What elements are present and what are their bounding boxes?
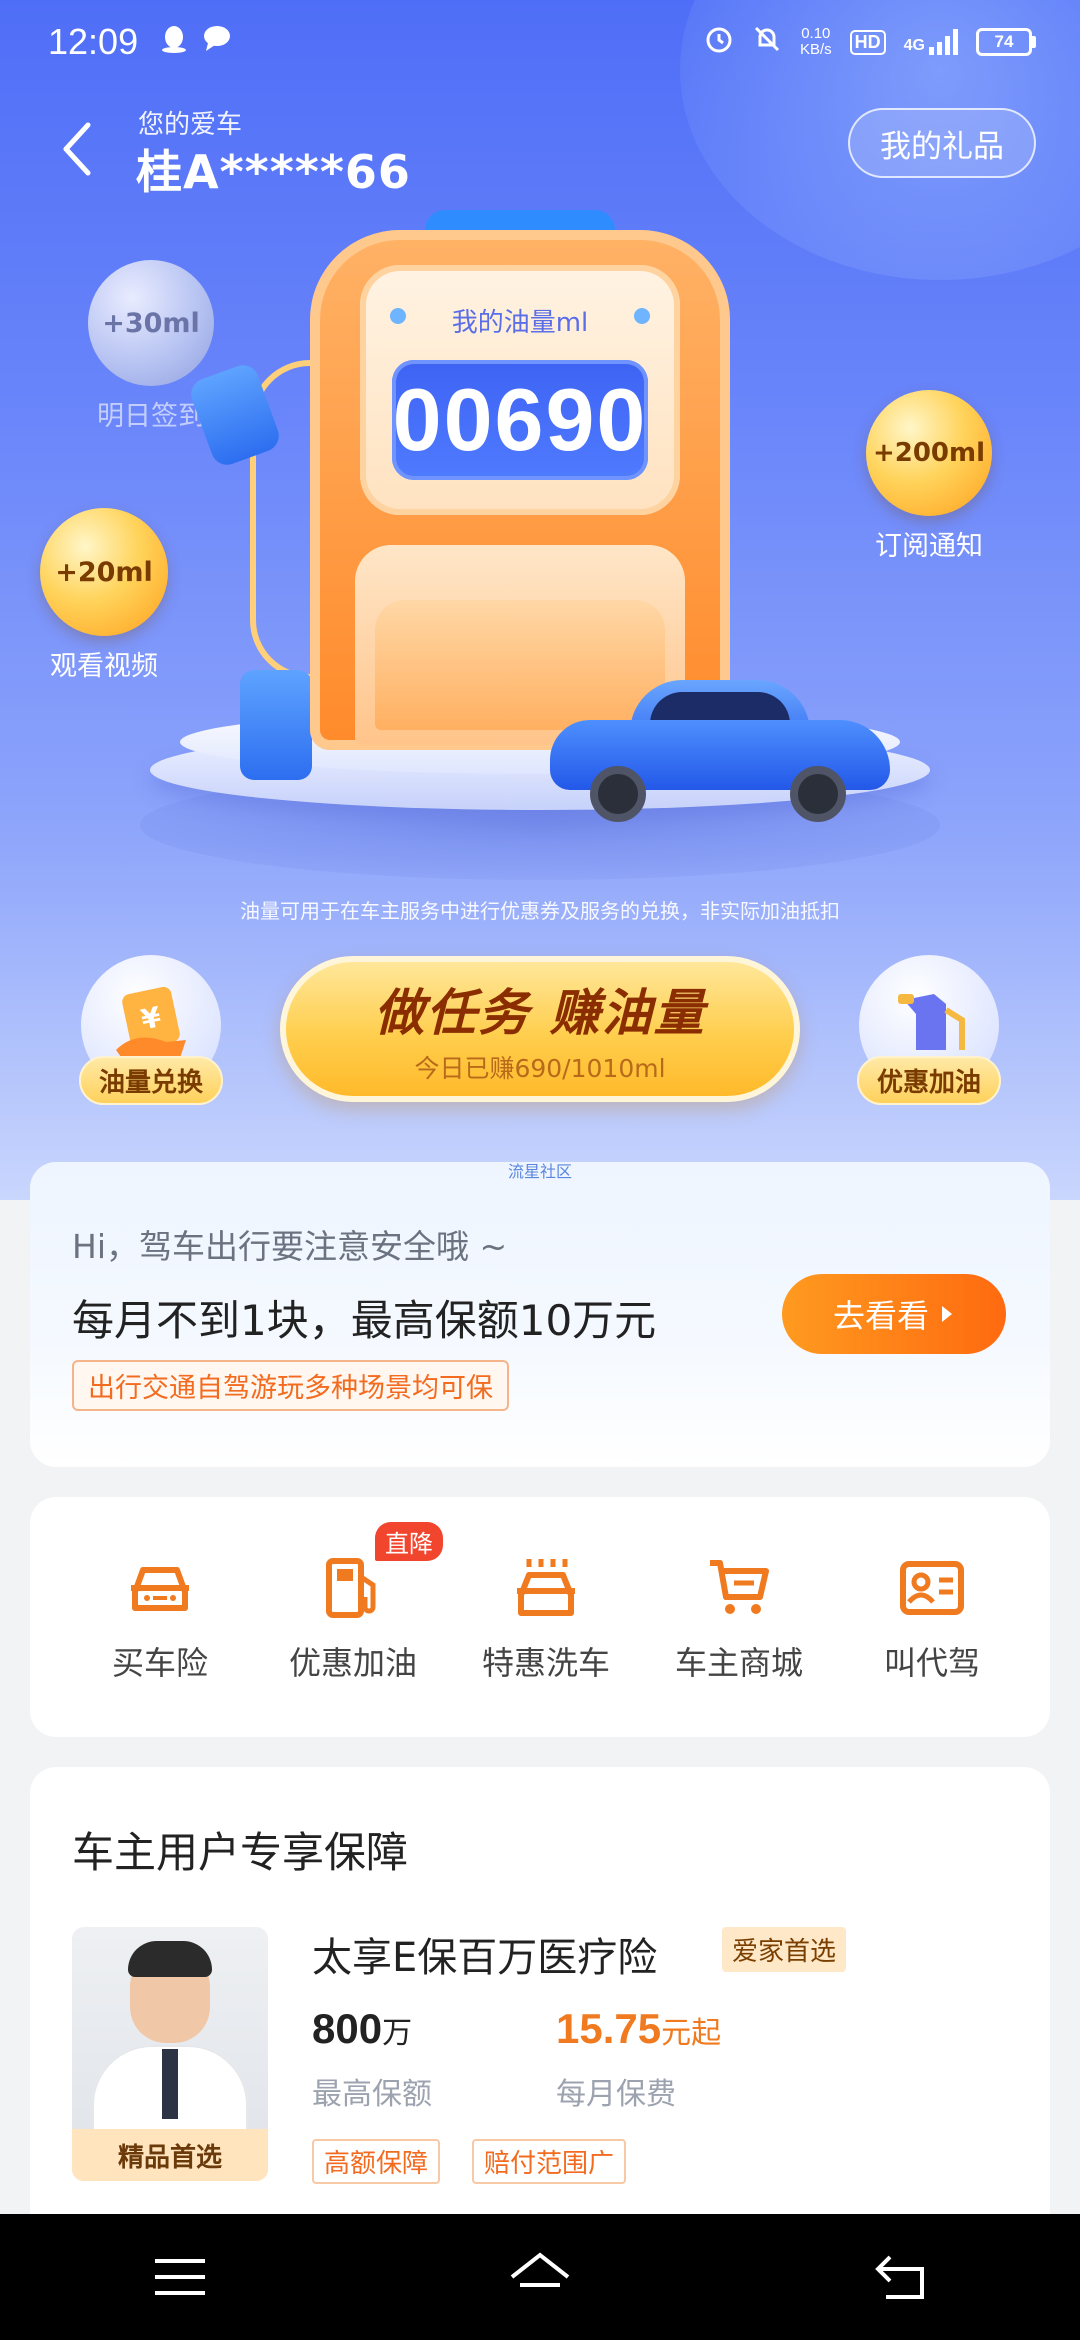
service-grid: 买车险 直降 优惠加油 特惠洗车 车主商城 叫代驾 [30, 1497, 1050, 1737]
hd-badge: HD [849, 29, 886, 55]
product-name[interactable]: 太享E保百万医疗险 [312, 1925, 657, 1983]
battery-level: 74 [976, 28, 1032, 56]
chevron-left-icon [63, 122, 91, 176]
feature-tag: 赔付范围广 [472, 2139, 627, 2184]
task-title: 做任务 赚油量 [374, 984, 706, 1042]
task-progress: 今日已赚690/1010ml [414, 1054, 666, 1083]
license-plate: 桂A*****66 [136, 145, 411, 199]
home-icon [510, 2252, 570, 2287]
car-insurance-icon [124, 1552, 196, 1624]
alarm-icon [704, 24, 734, 60]
chat-bubble-icon [202, 24, 232, 61]
mute-bell-icon [752, 24, 782, 60]
service-car-wash[interactable]: 特惠洗车 [456, 1552, 636, 1684]
feature-tag: 高额保障 [312, 2139, 441, 2184]
status-left: 12:09 [48, 21, 232, 63]
fuel-pump-icon [317, 1552, 389, 1624]
oil-amount-display: 00690 [392, 360, 648, 480]
community-tag: 流星社区 [507, 1162, 572, 1181]
car-illustration [550, 670, 890, 822]
service-owner-mall[interactable]: 车主商城 [649, 1552, 829, 1684]
signal-icon [929, 29, 958, 55]
menu-button[interactable] [120, 2237, 240, 2317]
action-row: ¥ 油量兑换 做任务 赚油量 今日已赚690/1010ml 优惠加油 [0, 950, 1080, 1110]
service-designated-driver[interactable]: 叫代驾 [842, 1552, 1022, 1684]
status-time: 12:09 [48, 21, 139, 62]
promo-tag: 出行交通自驾游玩多种场景均可保 [72, 1360, 509, 1411]
safety-insurance-card[interactable]: Hi，驾车出行要注意安全哦 ~ 每月不到1块，最高保额10万元 出行交通自驾游玩… [30, 1162, 1050, 1467]
triangle-right-icon [942, 1306, 952, 1322]
premium-label: 每月保费 [556, 2077, 676, 2112]
coverage-amount: 800万 [312, 2005, 413, 2052]
promo-headline: 每月不到1块，最高保额10万元 [72, 1296, 657, 1345]
back-nav-button[interactable] [840, 2237, 960, 2317]
status-right: 0.10 KB/s HD 4G 74 [704, 24, 1036, 60]
net-speed: 0.10 KB/s [799, 25, 832, 58]
service-discount-fuel[interactable]: 直降 优惠加油 [263, 1522, 443, 1684]
my-gifts-button[interactable]: 我的礼品 [848, 108, 1036, 178]
driver-card-icon [896, 1552, 968, 1624]
promo-greeting: Hi，驾车出行要注意安全哦 ~ [72, 1227, 508, 1266]
owner-protection-section: 车主用户专享保障 精品首选 太享E保百万医疗险 爱家首选 800万 最高保额 1… [30, 1767, 1050, 2237]
photo-caption: 精品首选 [72, 2129, 268, 2181]
qq-penguin-icon [160, 24, 188, 61]
status-bar: 12:09 0.10 KB/s HD 4G 74 [0, 0, 1080, 84]
discount-refuel-button[interactable]: 优惠加油 [854, 955, 1004, 1105]
monthly-premium: 15.75元起 [556, 2005, 722, 2052]
oil-disclaimer: 油量可用于在车主服务中进行优惠券及服务的兑换，非实际加油抵扣 [240, 899, 840, 923]
view-more-button[interactable]: 去看看 [782, 1274, 1006, 1354]
shopping-cart-icon [703, 1552, 775, 1624]
product-badge: 爱家首选 [722, 1927, 847, 1972]
section-title: 车主用户专享保障 [72, 1828, 409, 1877]
earn-oil-task-button[interactable]: 做任务 赚油量 今日已赚690/1010ml [280, 956, 800, 1102]
oil-exchange-button[interactable]: ¥ 油量兑换 [76, 955, 226, 1105]
price-drop-badge: 直降 [375, 1522, 443, 1561]
battery-icon: 74 [976, 28, 1036, 56]
oil-amount-label: 我的油量ml [451, 308, 589, 338]
oil-amount-value: 00690 [392, 370, 648, 469]
coverage-label: 最高保额 [312, 2077, 432, 2112]
fuel-can-icon [240, 670, 312, 780]
system-nav-bar [0, 2214, 1080, 2340]
doctor-photo[interactable]: 精品首选 [72, 1927, 268, 2181]
back-button[interactable] [52, 114, 102, 184]
network-type: 4G [903, 37, 925, 54]
return-icon [875, 2255, 924, 2299]
car-wash-icon [510, 1552, 582, 1624]
fuel-pump-illustration: 我的油量ml 00690 [140, 210, 940, 880]
home-button[interactable] [480, 2237, 600, 2317]
service-car-insurance[interactable]: 买车险 [70, 1552, 250, 1684]
page-header: 您的爱车 桂A*****66 我的礼品 [0, 100, 1080, 200]
oil-exchange-label: 油量兑换 [78, 1056, 223, 1105]
discount-refuel-label: 优惠加油 [856, 1056, 1001, 1105]
menu-icon [155, 2259, 205, 2295]
